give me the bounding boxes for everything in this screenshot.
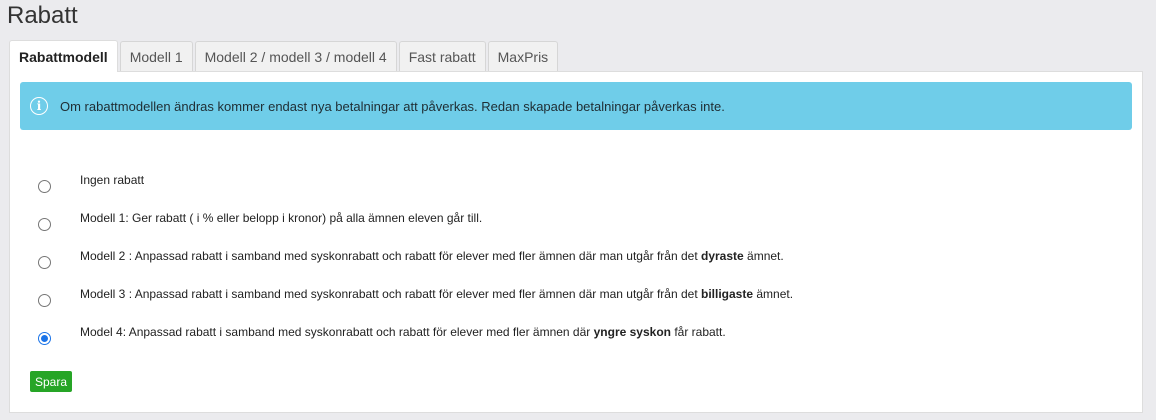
option-label: Modell 2 : Anpassad rabatt i samband med…	[80, 249, 784, 263]
tab-rabattmodell[interactable]: Rabattmodell	[9, 40, 118, 72]
info-alert: i Om rabattmodellen ändras kommer endast…	[20, 82, 1132, 130]
tab-bar: Rabattmodell Modell 1 Modell 2 / modell …	[9, 40, 560, 72]
save-button[interactable]: Spara	[30, 371, 73, 392]
alert-text: Om rabattmodellen ändras kommer endast n…	[60, 98, 725, 114]
radio-ingen-rabatt[interactable]	[38, 180, 51, 193]
page: Rabatt Rabattmodell Modell 1 Modell 2 / …	[0, 0, 1156, 420]
radio-modell-4[interactable]	[38, 332, 51, 345]
option-label: Ingen rabatt	[80, 173, 145, 187]
info-icon: i	[30, 97, 48, 115]
tab-modell-1[interactable]: Modell 1	[119, 41, 193, 72]
radio-modell-1[interactable]	[38, 218, 51, 231]
option-label: Modell 3 : Anpassad rabatt i samband med…	[80, 287, 794, 301]
radio-modell-2[interactable]	[38, 256, 51, 269]
tab-maxpris[interactable]: MaxPris	[487, 41, 559, 72]
tab-panel: i Om rabattmodellen ändras kommer endast…	[9, 71, 1143, 413]
tab-fast-rabatt[interactable]: Fast rabatt	[398, 41, 486, 72]
option-label: Modell 1: Ger rabatt ( i % eller belopp …	[80, 211, 483, 225]
option-label: Model 4: Anpassad rabatt i samband med s…	[80, 325, 726, 339]
tab-modell-2-3-4[interactable]: Modell 2 / modell 3 / modell 4	[194, 41, 397, 72]
page-title: Rabatt	[7, 2, 78, 29]
radio-modell-3[interactable]	[38, 294, 51, 307]
